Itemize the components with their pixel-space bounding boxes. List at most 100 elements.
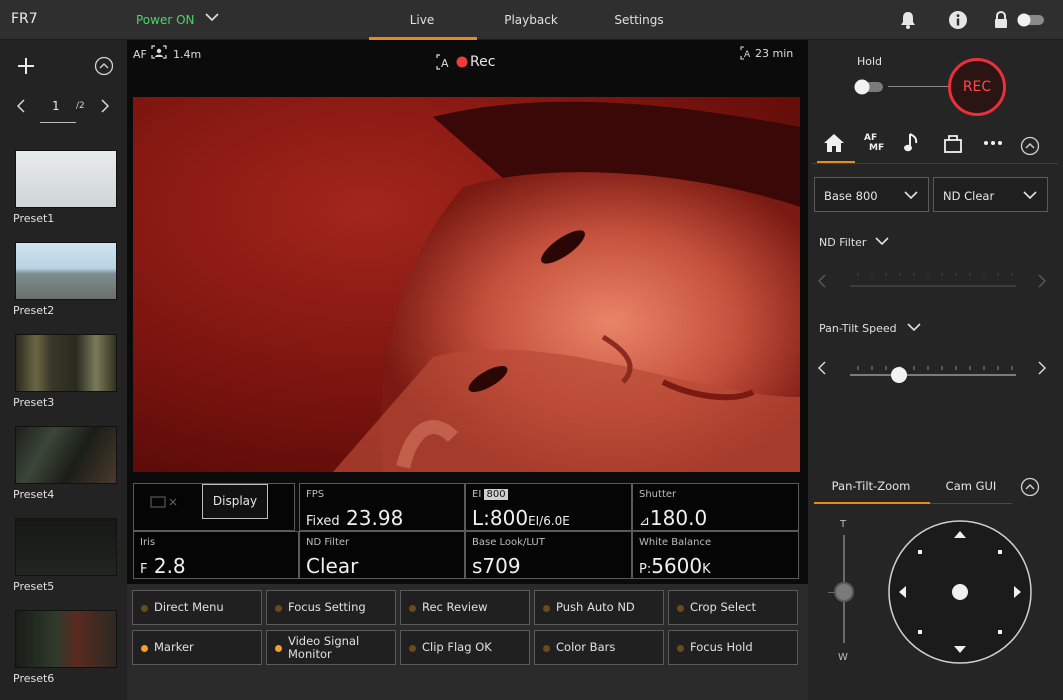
video-frame-image [133,97,800,472]
collapse-up-icon[interactable] [1020,136,1040,156]
nd-filter-cell[interactable]: ND Filter Clear [299,531,465,579]
media-remaining-icon: A [740,46,751,60]
face-detect-icon [151,45,167,59]
shutter-value: 180.0 [649,506,708,530]
zoom-wide-label: W [838,652,848,663]
media-icon[interactable] [942,132,964,154]
ei-badge: 800 [484,489,508,500]
assign-button-focus-hold[interactable]: Focus Hold [668,630,798,665]
tab-baseline [930,503,1012,504]
shutter-cell[interactable]: Shutter ⊿180.0 [632,483,799,531]
live-video-feed [133,97,800,472]
chevron-down-icon [904,191,918,200]
ei-cell[interactable]: EI 800 L:800EI/6.0E [465,483,632,531]
pan-tilt-speed-knob[interactable] [890,367,907,383]
assign-button-push-auto-nd[interactable]: Push Auto ND [534,590,664,625]
preset-label-6: Preset6 [13,672,55,685]
ei-label: EI [472,489,482,500]
assign-button-direct-menu[interactable]: Direct Menu [132,590,262,625]
rec-button[interactable]: REC [948,58,1006,116]
chevron-down-icon[interactable] [204,9,220,25]
shutter-prefix: ⊿ [639,514,650,529]
chevron-left-icon[interactable] [14,98,28,114]
tab-live[interactable]: Live [372,13,472,27]
collapse-up-icon[interactable] [94,56,114,76]
tab-settings[interactable]: Settings [589,13,689,27]
chevron-right-icon[interactable] [1036,360,1048,376]
assign-button-crop-select[interactable]: Crop Select [668,590,798,625]
iris-prefix: F [140,562,148,577]
zoom-rocker-knob[interactable] [834,582,854,602]
assign-button-focus-setting[interactable]: Focus Setting [266,590,396,625]
lock-icon[interactable] [991,10,1011,30]
fps-mode: Fixed [306,514,340,529]
ei-value: L:800 [472,506,529,530]
tab-playback[interactable]: Playback [481,13,581,27]
iris-cell[interactable]: Iris F 2.8 [133,531,299,579]
app-title: FR7 [11,11,38,27]
chevron-right-icon[interactable] [98,98,112,114]
chevron-down-icon[interactable] [906,320,922,334]
preset-page-current: 1 [52,99,60,113]
assign-button-rec-review[interactable]: Rec Review [400,590,530,625]
preset-label-1: Preset1 [13,212,55,225]
pan-tilt-speed-slider[interactable] [850,364,1016,386]
chevron-down-icon[interactable] [874,234,890,248]
pan-tilt-joystick[interactable] [887,519,1033,665]
assign-button-video-signal-monitor[interactable]: Video Signal Monitor [266,630,396,665]
info-icon[interactable] [948,10,968,30]
nd-filter-value: Clear [306,554,359,578]
base-look-label: Base Look/LUT [472,537,545,548]
white-balance-label: White Balance [639,537,712,548]
collapse-up-icon[interactable] [1020,477,1040,497]
plus-icon[interactable] [16,56,36,76]
preset-label-2: Preset2 [13,304,55,317]
tab-cam-gui[interactable]: Cam GUI [934,479,1008,493]
power-status[interactable]: Power ON [136,13,195,27]
fps-label: FPS [306,489,325,500]
wb-suffix: K [702,562,711,577]
assign-button-marker[interactable]: Marker [132,630,262,665]
preset-thumbnail-1[interactable] [15,150,117,208]
base-look-cell[interactable]: Base Look/LUT s709 [465,531,632,579]
rec-dot-icon [456,56,468,68]
iris-value: 2.8 [153,554,186,578]
display-button[interactable]: Display [202,484,268,519]
hold-toggle-switch[interactable] [852,78,886,96]
active-ptz-tab-indicator [814,502,930,504]
svg-text:A: A [441,57,449,70]
lock-toggle-switch[interactable] [1016,12,1046,28]
hold-label: Hold [857,55,883,68]
base-iso-dropdown[interactable]: Base 800 [814,177,929,212]
nd-slider-track [850,273,1016,287]
shutter-label: Shutter [639,489,677,500]
fps-cell[interactable]: FPS Fixed 23.98 [299,483,465,531]
preset-thumbnail-6[interactable] [15,610,117,668]
base-look-value: s709 [472,554,521,578]
chevron-left-icon[interactable] [816,360,828,376]
more-icon[interactable] [982,138,1004,148]
joystick-pad [888,520,1032,664]
screen-off-icon [150,496,177,508]
tab-pan-tilt-zoom[interactable]: Pan-Tilt-Zoom [814,479,928,493]
af-mf-icon[interactable]: AF MF [864,133,886,157]
preset-thumbnail-2[interactable] [15,242,117,300]
white-balance-cell[interactable]: White Balance P:5600K [632,531,799,579]
hold-connector-line [888,86,950,87]
assign-button-clip-flag-ok[interactable]: Clip Flag OK [400,630,530,665]
af-indicator: AF [133,48,147,61]
bell-icon[interactable] [898,10,918,30]
ei-suffix: EI/6.0E [528,514,570,528]
audio-icon[interactable] [903,132,921,154]
nd-filter-slider [850,271,1016,291]
panel-divider [812,163,1058,164]
assign-button-color-bars[interactable]: Color Bars [534,630,664,665]
preset-thumbnail-5[interactable] [15,518,117,576]
preset-thumbnail-3[interactable] [15,334,117,392]
nd-dropdown[interactable]: ND Clear [933,177,1048,212]
home-icon[interactable] [823,133,845,153]
preset-thumbnail-4[interactable] [15,426,117,484]
focus-distance: 1.4m [173,48,202,61]
nd-filter-label: ND Filter [306,537,350,548]
iris-label: Iris [140,537,156,548]
